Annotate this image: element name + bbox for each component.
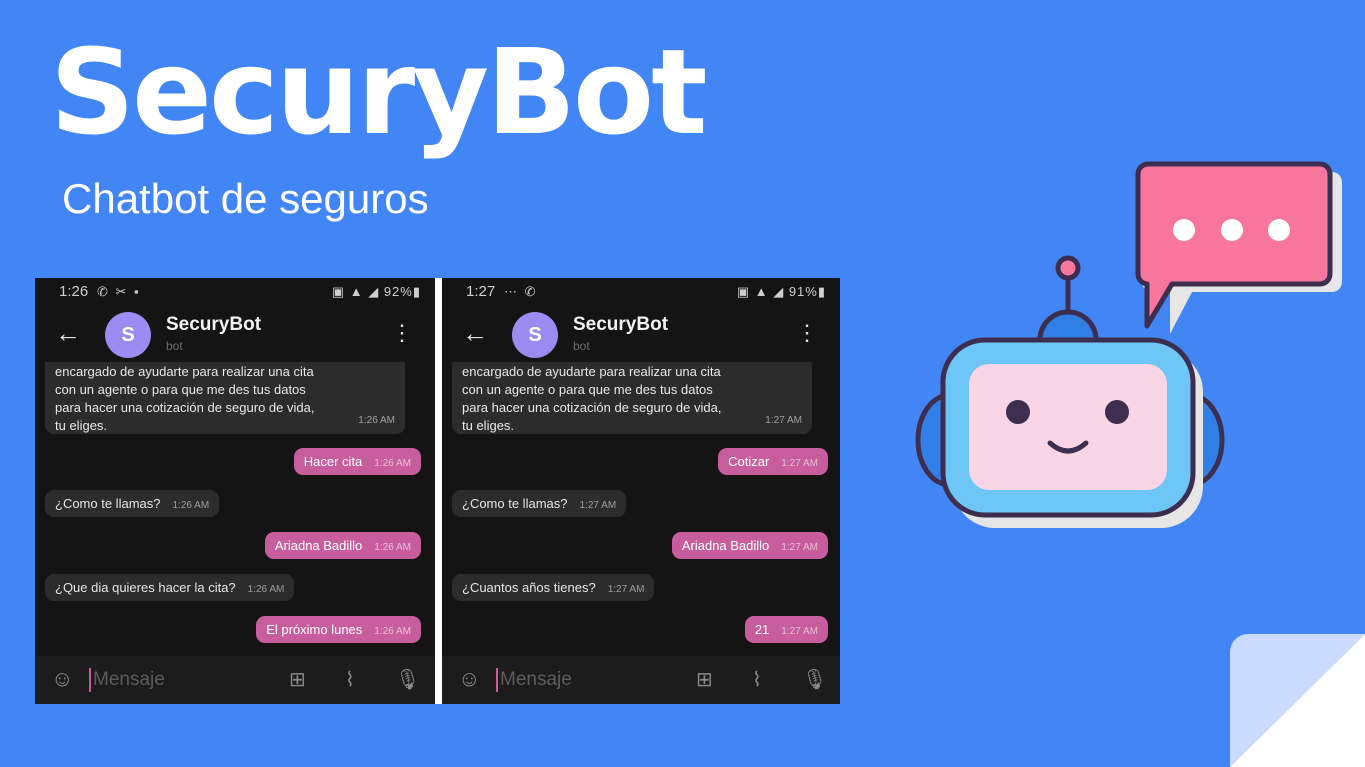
message-text: ¿Cuantos años tienes? bbox=[462, 580, 596, 595]
text-caret bbox=[496, 668, 498, 692]
bot-commands-icon[interactable]: ⊞ bbox=[289, 667, 306, 692]
intro-line: tu eliges. bbox=[55, 418, 108, 433]
microphone-icon[interactable]: 🎙 bbox=[802, 667, 827, 692]
intro-line: con un agente o para que me des tus dato… bbox=[55, 382, 306, 397]
message-text: ¿Que dia quieres hacer la cita? bbox=[55, 580, 236, 595]
chat-title[interactable]: SecuryBot bbox=[166, 314, 261, 336]
sticker-icon[interactable]: ☺ bbox=[458, 666, 480, 692]
message-text: Ariadna Badillo bbox=[681, 538, 770, 553]
bot-commands-icon[interactable]: ⊞ bbox=[696, 667, 713, 692]
message-bubble-out[interactable]: 21 1:27 AM bbox=[744, 616, 828, 643]
status-right: ▣ ▲ ◢ 91%▮ bbox=[736, 284, 826, 299]
slide-subtitle: Chatbot de seguros bbox=[62, 175, 429, 222]
message-input-bar: ☺ Mensaje ⊞ ⌇ 🎙 bbox=[442, 656, 840, 704]
sticker-icon[interactable]: ☺ bbox=[51, 666, 73, 692]
message-text: Hacer cita bbox=[303, 454, 363, 469]
paperclip-icon[interactable]: ⌇ bbox=[345, 667, 355, 692]
slide-title: SecuryBot bbox=[50, 23, 707, 161]
kebab-menu-icon[interactable]: ⋮ bbox=[391, 320, 413, 346]
phone-screenshot-cotizar: 1:27 ⋯ ✆ ▣ ▲ ◢ 91%▮ ← S SecuryBot bot ⋮ … bbox=[442, 278, 840, 704]
message-time: 1:26 AM bbox=[374, 458, 411, 469]
message-time: 1:26 AM bbox=[358, 415, 395, 426]
microphone-icon[interactable]: 🎙 bbox=[395, 667, 420, 692]
message-bubble-out[interactable]: Cotizar 1:27 AM bbox=[718, 448, 828, 475]
message-time: 1:26 AM bbox=[374, 542, 411, 553]
battery-level: 91% bbox=[788, 284, 818, 299]
message-list[interactable]: encargado de ayudarte para realizar una … bbox=[35, 362, 435, 656]
paperclip-icon[interactable]: ⌇ bbox=[752, 667, 762, 692]
notification-icons: ✆ ✂ ▪ bbox=[97, 284, 141, 299]
intro-line: encargado de ayudarte para realizar una … bbox=[462, 364, 721, 379]
intro-line: para hacer una cotización de seguro de v… bbox=[462, 400, 722, 415]
message-bubble-out[interactable]: El próximo lunes 1:26 AM bbox=[256, 616, 421, 643]
intro-line: tu eliges. bbox=[462, 418, 515, 433]
chat-header: ← S SecuryBot bot ⋮ bbox=[35, 306, 435, 362]
phone-screenshot-cita: 1:26 ✆ ✂ ▪ ▣ ▲ ◢ 92%▮ ← S SecuryBot bot … bbox=[35, 278, 435, 704]
chat-header: ← S SecuryBot bot ⋮ bbox=[442, 306, 840, 362]
avatar[interactable]: S bbox=[105, 312, 151, 358]
message-bubble-in[interactable]: ¿Que dia quieres hacer la cita? 1:26 AM bbox=[45, 574, 295, 601]
message-text: Ariadna Badillo bbox=[274, 538, 363, 553]
message-text: 21 bbox=[754, 622, 770, 637]
intro-line: encargado de ayudarte para realizar una … bbox=[55, 364, 314, 379]
message-time: 1:27 AM bbox=[607, 584, 645, 595]
kebab-menu-icon[interactable]: ⋮ bbox=[796, 320, 818, 346]
message-time: 1:26 AM bbox=[374, 626, 411, 637]
message-time: 1:27 AM bbox=[765, 415, 802, 426]
bot-intro-message: encargado de ayudarte para realizar una … bbox=[45, 362, 405, 434]
status-bar: 1:27 ⋯ ✆ ▣ ▲ ◢ 91%▮ bbox=[442, 278, 840, 306]
message-time: 1:26 AM bbox=[172, 500, 210, 511]
battery-level: 92% bbox=[383, 284, 413, 299]
message-time: 1:27 AM bbox=[781, 542, 818, 553]
message-bubble-in[interactable]: ¿Como te llamas? 1:26 AM bbox=[45, 490, 220, 517]
chat-subtitle: bot bbox=[573, 339, 590, 353]
avatar[interactable]: S bbox=[512, 312, 558, 358]
message-text: Cotizar bbox=[728, 454, 770, 469]
message-time: 1:27 AM bbox=[781, 458, 818, 469]
status-time: 1:27 bbox=[466, 283, 496, 300]
bot-intro-message: encargado de ayudarte para realizar una … bbox=[452, 362, 812, 434]
page-fold-decoration bbox=[1230, 634, 1365, 767]
message-bubble-out[interactable]: Ariadna Badillo 1:26 AM bbox=[264, 532, 421, 559]
message-text: El próximo lunes bbox=[266, 622, 363, 637]
notification-icons: ⋯ ✆ bbox=[504, 284, 538, 299]
robot-chat-icon bbox=[915, 161, 1342, 528]
back-arrow-icon[interactable]: ← bbox=[462, 318, 488, 349]
message-bubble-out[interactable]: Hacer cita 1:26 AM bbox=[293, 448, 421, 475]
chat-subtitle: bot bbox=[166, 339, 183, 353]
message-list[interactable]: encargado de ayudarte para realizar una … bbox=[442, 362, 840, 656]
message-input-bar: ☺ Mensaje ⊞ ⌇ 🎙 bbox=[35, 656, 435, 704]
screenshots-panel: 1:26 ✆ ✂ ▪ ▣ ▲ ◢ 92%▮ ← S SecuryBot bot … bbox=[35, 278, 840, 704]
message-bubble-out[interactable]: Ariadna Badillo 1:27 AM bbox=[671, 532, 828, 559]
status-bar: 1:26 ✆ ✂ ▪ ▣ ▲ ◢ 92%▮ bbox=[35, 278, 435, 306]
back-arrow-icon[interactable]: ← bbox=[55, 318, 81, 349]
message-bubble-in[interactable]: ¿Como te llamas? 1:27 AM bbox=[452, 490, 627, 517]
message-text: ¿Como te llamas? bbox=[55, 496, 161, 511]
message-input[interactable]: Mensaje bbox=[93, 669, 165, 691]
message-time: 1:26 AM bbox=[247, 584, 285, 595]
chat-title[interactable]: SecuryBot bbox=[573, 314, 668, 336]
intro-line: para hacer una cotización de seguro de v… bbox=[55, 400, 315, 415]
message-input[interactable]: Mensaje bbox=[500, 669, 572, 691]
message-time: 1:27 AM bbox=[579, 500, 617, 511]
text-caret bbox=[89, 668, 91, 692]
status-time: 1:26 bbox=[59, 283, 89, 300]
message-bubble-in[interactable]: ¿Cuantos años tienes? 1:27 AM bbox=[452, 574, 655, 601]
status-right: ▣ ▲ ◢ 92%▮ bbox=[331, 284, 421, 299]
message-text: ¿Como te llamas? bbox=[462, 496, 568, 511]
intro-line: con un agente o para que me des tus dato… bbox=[462, 382, 713, 397]
message-time: 1:27 AM bbox=[781, 626, 818, 637]
